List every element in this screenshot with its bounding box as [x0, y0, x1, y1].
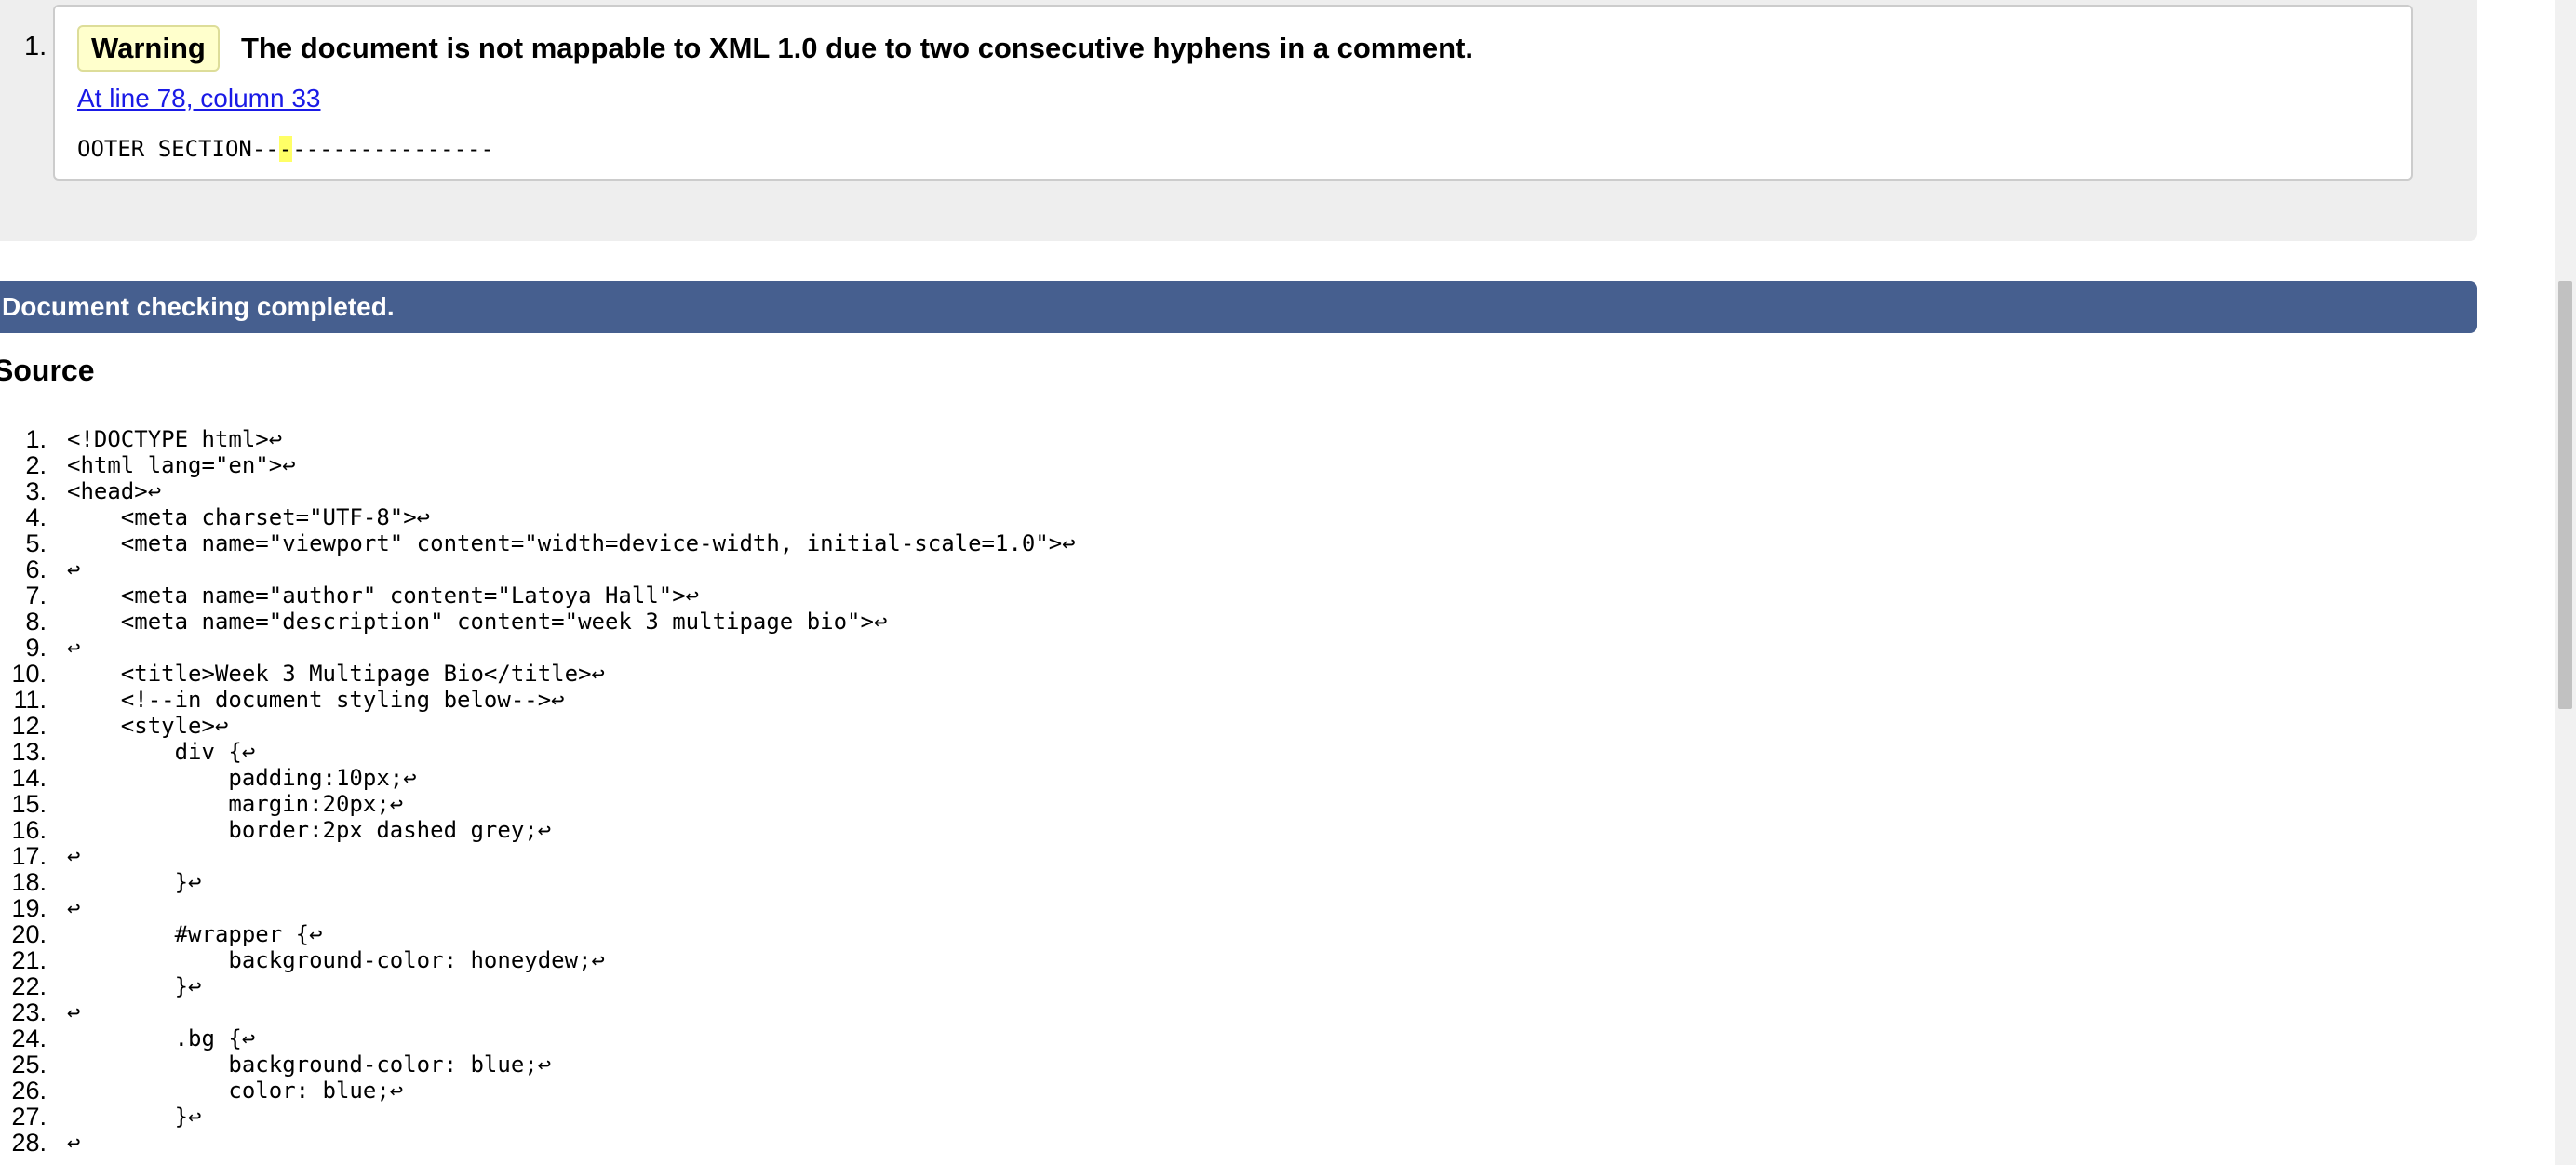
- line-code: <meta name="viewport" content="width=dev…: [67, 530, 1076, 556]
- line-code: div {↩: [67, 739, 256, 765]
- line-number: 2.: [25, 451, 47, 479]
- source-extract: OOTER SECTION------------------: [77, 135, 494, 163]
- line-number: 25.: [11, 1051, 47, 1078]
- line-number: 6.: [25, 556, 47, 583]
- line-code: }↩: [67, 1104, 202, 1130]
- results-panel: 1. Warning The document is not mappable …: [0, 0, 2477, 241]
- line-number: 27.: [11, 1103, 47, 1131]
- line-number: 20.: [11, 920, 47, 948]
- line-code: padding:10px;↩: [67, 765, 417, 791]
- scrollbar-thumb[interactable]: [2558, 281, 2572, 709]
- line-number: 17.: [11, 842, 47, 870]
- line-number: 21.: [11, 946, 47, 974]
- line-number: 22.: [11, 972, 47, 1000]
- line-code: <!--in document styling below-->↩: [67, 687, 565, 713]
- line-code: ↩: [67, 843, 81, 869]
- line-code: <meta charset="UTF-8">↩: [67, 504, 431, 530]
- line-code: ↩: [67, 635, 81, 661]
- extract-after: ---------------: [292, 136, 494, 162]
- line-code: <meta name="author" content="Latoya Hall…: [67, 582, 700, 609]
- line-code: border:2px dashed grey;↩: [67, 817, 552, 843]
- validator-page: 1. Warning The document is not mappable …: [0, 0, 2576, 1165]
- line-number: 24.: [11, 1024, 47, 1052]
- line-number: 18.: [11, 868, 47, 896]
- line-number: 9.: [25, 634, 47, 662]
- line-number: 8.: [25, 608, 47, 636]
- warning-badge: Warning: [77, 25, 220, 72]
- line-number: 7.: [25, 582, 47, 609]
- checking-completed-banner: Document checking completed.: [0, 281, 2477, 333]
- line-code: background-color: blue;↩: [67, 1051, 552, 1078]
- line-code: margin:20px;↩: [67, 791, 404, 817]
- line-number: 3.: [25, 477, 47, 505]
- extract-before: OOTER SECTION--: [77, 136, 279, 162]
- line-code: <!DOCTYPE html>↩: [67, 426, 283, 452]
- line-code: #wrapper {↩: [67, 921, 323, 947]
- message-number: 1.: [24, 32, 47, 61]
- line-number: 16.: [11, 816, 47, 844]
- line-code: .bg {↩: [67, 1025, 256, 1051]
- line-number: 19.: [11, 894, 47, 922]
- line-code: <head>↩: [67, 478, 162, 504]
- line-code: }↩: [67, 869, 202, 895]
- line-number: 28.: [11, 1129, 47, 1157]
- line-number: 23.: [11, 998, 47, 1026]
- warning-message-box: Warning The document is not mappable to …: [53, 5, 2413, 181]
- line-code: background-color: honeydew;↩: [67, 947, 605, 973]
- line-code: ↩: [67, 1130, 81, 1156]
- warning-message-text: The document is not mappable to XML 1.0 …: [241, 32, 1474, 64]
- extract-highlight: -: [278, 136, 293, 162]
- line-code: <html lang="en">↩: [67, 452, 296, 478]
- line-number: 26.: [11, 1077, 47, 1105]
- line-number: 5.: [25, 529, 47, 557]
- line-number: 12.: [11, 712, 47, 740]
- line-code: <style>↩: [67, 713, 229, 739]
- line-number: 10.: [11, 660, 47, 688]
- line-number: 15.: [11, 790, 47, 818]
- line-number: 14.: [11, 764, 47, 792]
- line-number: 1.: [25, 425, 47, 453]
- source-heading: Source: [0, 354, 95, 387]
- line-code: <meta name="description" content="week 3…: [67, 609, 888, 635]
- line-code: ↩: [67, 556, 81, 582]
- line-code: ↩: [67, 895, 81, 921]
- line-number: 4.: [25, 503, 47, 531]
- line-code: color: blue;↩: [67, 1078, 404, 1104]
- line-number: 13.: [11, 738, 47, 766]
- line-code: }↩: [67, 973, 202, 999]
- line-code: <title>Week 3 Multipage Bio</title>↩: [67, 661, 605, 687]
- error-location-link[interactable]: At line 78, column 33: [77, 84, 321, 114]
- line-code: ↩: [67, 999, 81, 1025]
- line-number: 11.: [13, 686, 47, 714]
